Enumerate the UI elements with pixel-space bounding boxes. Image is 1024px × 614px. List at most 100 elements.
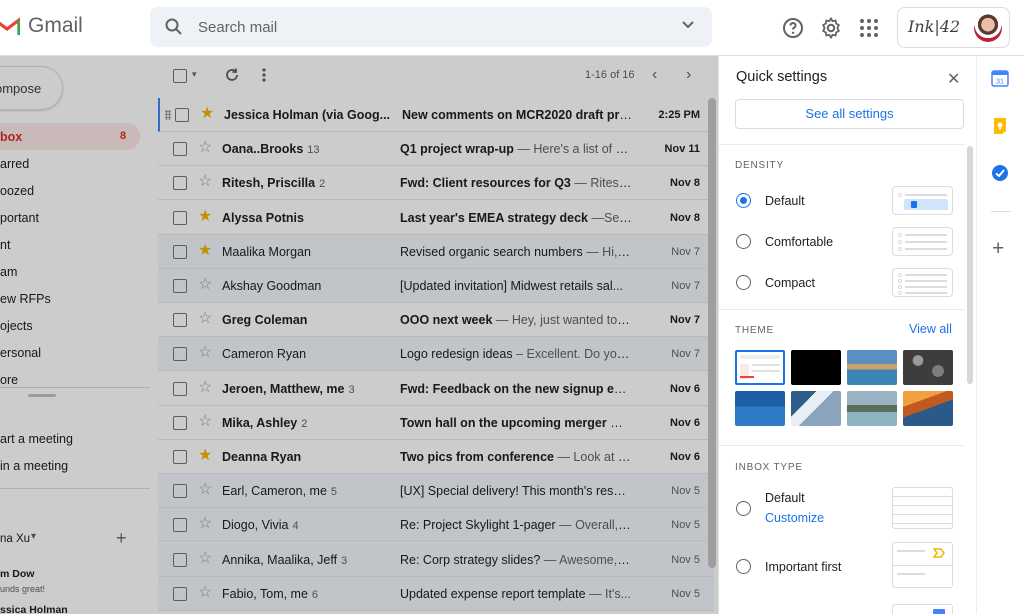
inbox-important-first-radio[interactable] xyxy=(736,559,751,574)
star-icon[interactable]: ☆ xyxy=(198,174,212,190)
email-checkbox[interactable] xyxy=(173,279,187,293)
star-icon[interactable]: ☆ xyxy=(198,413,212,430)
close-icon[interactable]: ✕ xyxy=(947,69,960,89)
email-row[interactable]: ☆ Oana..Brooks 13 Q1 project wrap-up — Here… xyxy=(158,132,714,167)
calendar-icon[interactable]: 31 xyxy=(991,69,1009,87)
account-switcher[interactable]: Ink|42 xyxy=(897,7,1010,48)
sidebar-item-starred[interactable]: arred xyxy=(0,150,140,177)
add-addon-icon[interactable]: + xyxy=(992,237,1004,261)
sidebar-item-important[interactable]: portant xyxy=(0,204,140,231)
email-row[interactable]: ☆ Earl, Cameron, me 5 [UX] Special delivery… xyxy=(158,474,714,509)
density-comfortable-radio[interactable] xyxy=(736,234,751,249)
email-checkbox[interactable] xyxy=(173,210,187,225)
email-checkbox[interactable] xyxy=(173,484,187,499)
star-icon[interactable]: ☆ xyxy=(198,140,212,156)
select-all-checkbox[interactable] xyxy=(173,69,187,83)
star-icon[interactable]: ☆ xyxy=(198,311,212,327)
search-icon[interactable] xyxy=(164,17,184,37)
chevron-down-icon[interactable]: ▾ xyxy=(31,531,36,542)
email-row[interactable]: ☆ Ritesh, Priscilla 2 Fwd: Client resources… xyxy=(158,166,714,201)
sidebar-item-projects[interactable]: ojects xyxy=(0,312,140,339)
sidebar-item-personal[interactable]: ersonal xyxy=(0,339,140,366)
select-dropdown-icon[interactable]: ▾ xyxy=(192,69,197,80)
hangouts-user[interactable]: na Xu xyxy=(0,533,30,545)
email-row[interactable]: ★ Jessica Holman (via Goog... New comments… xyxy=(158,98,714,132)
star-icon[interactable]: ☆ xyxy=(198,516,212,532)
star-icon[interactable]: ★ xyxy=(198,448,212,464)
email-checkbox[interactable] xyxy=(173,347,187,362)
email-checkbox[interactable] xyxy=(173,552,187,567)
more-vert-icon[interactable] xyxy=(261,67,267,83)
gmail-logo[interactable]: Gmail xyxy=(0,14,83,38)
customize-link[interactable]: Customize xyxy=(765,511,824,525)
settings-gear-icon[interactable] xyxy=(819,16,843,40)
theme-pebbles[interactable] xyxy=(903,350,953,385)
theme-beach[interactable] xyxy=(847,350,897,385)
email-row[interactable]: ☆ Mika, Ashley 2 Town hall on the upcoming … xyxy=(158,405,714,440)
refresh-icon[interactable] xyxy=(224,67,240,83)
theme-dark[interactable] xyxy=(791,350,841,385)
star-icon[interactable]: ★ xyxy=(200,106,214,122)
start-meeting-link[interactable]: art a meeting xyxy=(0,432,73,446)
sidebar-item-more[interactable]: ore xyxy=(0,366,140,393)
sidebar-item-new-rfps[interactable]: ew RFPs xyxy=(0,285,140,312)
email-row[interactable]: ☆ Akshay Goodman [Updated invitation] Midw… xyxy=(158,269,714,303)
email-row[interactable]: ☆ Cameron Ryan Logo redesign ideas – Excel… xyxy=(158,337,714,372)
email-checkbox[interactable] xyxy=(173,518,187,533)
theme-ocean[interactable] xyxy=(735,391,785,426)
apps-grid-icon[interactable] xyxy=(857,16,881,40)
chat-contact-name[interactable]: m Dow xyxy=(0,568,34,580)
theme-default[interactable] xyxy=(735,350,785,385)
prev-page-icon[interactable]: ‹ xyxy=(652,66,657,84)
sidebar-item-snoozed[interactable]: oozed xyxy=(0,177,140,204)
star-icon[interactable]: ☆ xyxy=(198,584,212,601)
email-row[interactable]: ☆ Annika, Maalika, Jeff 3 Re: Corp strategy… xyxy=(158,542,714,577)
add-chat-icon[interactable]: + xyxy=(116,528,127,549)
search-bar[interactable]: Search mail xyxy=(150,7,712,47)
email-checkbox[interactable] xyxy=(173,381,187,396)
star-icon[interactable]: ☆ xyxy=(198,379,212,396)
email-row[interactable]: ☆ Jeroen, Matthew, me 3 Fwd: Feedback on th… xyxy=(158,371,714,406)
next-page-icon[interactable]: › xyxy=(686,66,691,84)
star-icon[interactable]: ☆ xyxy=(198,550,212,567)
theme-sunset[interactable] xyxy=(903,391,953,426)
inbox-default-radio[interactable] xyxy=(736,501,751,516)
tasks-icon[interactable] xyxy=(991,164,1009,182)
sidebar-item-inbox[interactable]: box 8 xyxy=(0,123,140,150)
search-options-icon[interactable] xyxy=(682,21,694,29)
email-row[interactable]: ☆ Fabio, Tom, me 6 Updated expense report t… xyxy=(158,576,714,611)
star-icon[interactable]: ☆ xyxy=(198,345,212,361)
resize-handle[interactable] xyxy=(28,394,56,397)
email-row[interactable]: ☆ Diogo, Vivia 4 Re: Project Skylight 1-pag… xyxy=(158,508,714,543)
email-checkbox[interactable] xyxy=(173,244,187,259)
avatar[interactable] xyxy=(974,14,1002,42)
email-checkbox[interactable] xyxy=(173,415,187,430)
email-checkbox[interactable] xyxy=(173,142,187,157)
email-row[interactable]: ☆ Greg Coleman OOO next week — Hey, just w… xyxy=(158,303,714,338)
density-default-radio[interactable] xyxy=(736,193,751,208)
view-all-themes-link[interactable]: View all xyxy=(909,322,952,336)
chat-contact-name[interactable]: ssica Holman xyxy=(0,604,68,614)
star-icon[interactable]: ☆ xyxy=(198,482,212,498)
email-checkbox[interactable] xyxy=(173,176,187,191)
email-row[interactable]: ★ Alyssa Potnis Last year's EMEA strategy … xyxy=(158,200,714,235)
email-checkbox[interactable] xyxy=(173,450,187,464)
sidebar-item-sent[interactable]: nt xyxy=(0,231,140,258)
see-all-settings-button[interactable]: See all settings xyxy=(735,99,964,129)
compose-button[interactable]: ompose xyxy=(0,66,63,110)
mail-scrollbar[interactable] xyxy=(708,98,716,568)
panel-scrollbar[interactable] xyxy=(967,146,973,384)
theme-lake[interactable] xyxy=(847,391,897,426)
star-icon[interactable]: ☆ xyxy=(198,277,212,293)
email-checkbox[interactable] xyxy=(173,586,187,601)
keep-icon[interactable] xyxy=(991,117,1009,135)
email-row[interactable]: ★ Maalika Morgan Revised organic search nu… xyxy=(158,234,714,269)
star-icon[interactable]: ★ xyxy=(198,242,212,259)
help-icon[interactable] xyxy=(781,16,805,40)
search-input[interactable]: Search mail xyxy=(198,19,277,36)
sidebar-item-spam[interactable]: am xyxy=(0,258,140,285)
theme-mountain[interactable] xyxy=(791,391,841,426)
drag-handle-icon[interactable] xyxy=(165,110,171,120)
density-compact-radio[interactable] xyxy=(736,275,751,290)
join-meeting-link[interactable]: in a meeting xyxy=(0,459,68,473)
